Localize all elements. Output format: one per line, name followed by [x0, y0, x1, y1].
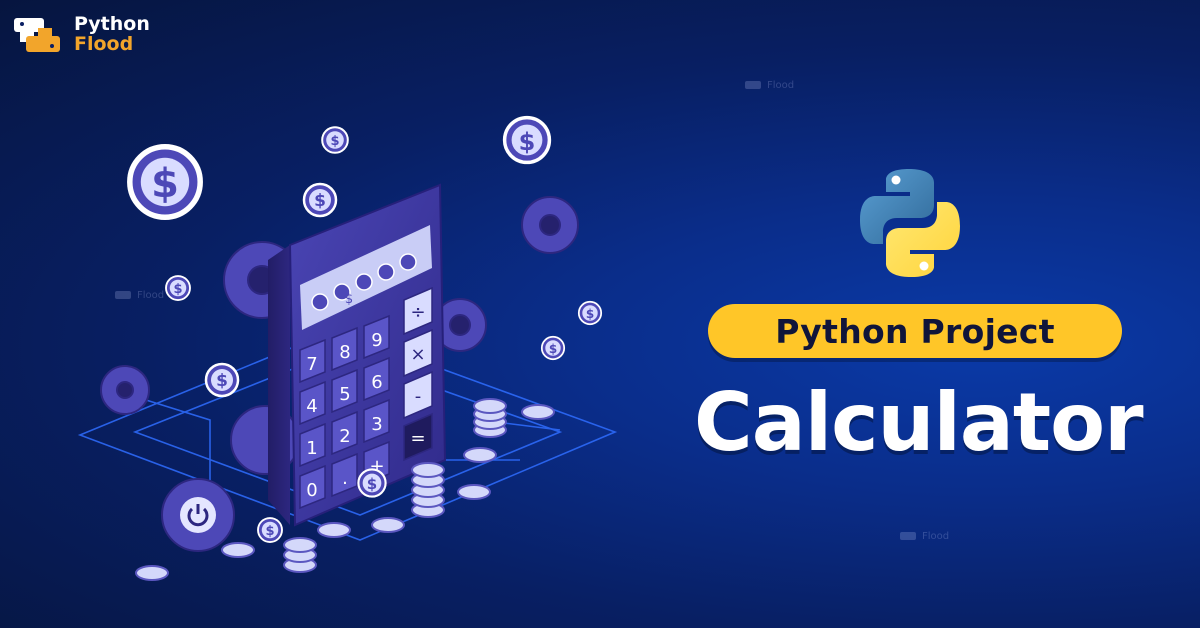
svg-text:=: =	[410, 428, 425, 449]
project-badge-label: Python Project	[775, 311, 1055, 351]
svg-text:7: 7	[306, 354, 317, 375]
svg-text:9: 9	[371, 330, 382, 351]
svg-text:3: 3	[371, 414, 382, 435]
power-icon	[161, 478, 235, 552]
svg-text:2: 2	[339, 426, 350, 447]
svg-text:÷: ÷	[410, 302, 425, 323]
svg-text:.: .	[342, 468, 348, 489]
svg-text:5: 5	[339, 384, 350, 405]
svg-text:0: 0	[306, 480, 317, 501]
svg-text:$: $	[586, 307, 594, 321]
svg-text:$: $	[519, 128, 536, 156]
calculator-illustration: $ 789 456 123 0.+ ÷ × - = $ $ $ $ $ $ $ …	[77, 115, 618, 581]
watermark: Flood	[745, 80, 794, 91]
banner: Python Flood Flood Flood Flood $ 7 8 9 4…	[0, 0, 1200, 628]
svg-text:$: $	[367, 475, 377, 493]
python-logo-icon	[860, 169, 960, 277]
svg-text:-: -	[415, 386, 422, 407]
svg-text:$: $	[151, 161, 179, 207]
page-title: Calculator	[694, 376, 1144, 469]
svg-text:6: 6	[371, 372, 382, 393]
svg-text:$: $	[345, 292, 353, 307]
svg-text:$: $	[549, 342, 557, 356]
watermark: Flood	[900, 531, 949, 542]
svg-text:×: ×	[410, 344, 425, 365]
project-badge: Python Project	[708, 304, 1122, 358]
svg-text:$: $	[216, 371, 228, 391]
svg-text:$: $	[330, 134, 339, 149]
svg-text:$: $	[265, 524, 274, 539]
svg-text:8: 8	[339, 342, 350, 363]
svg-text:$: $	[314, 191, 326, 211]
svg-text:$: $	[173, 282, 182, 297]
svg-text:4: 4	[306, 396, 317, 417]
svg-text:1: 1	[306, 438, 317, 459]
